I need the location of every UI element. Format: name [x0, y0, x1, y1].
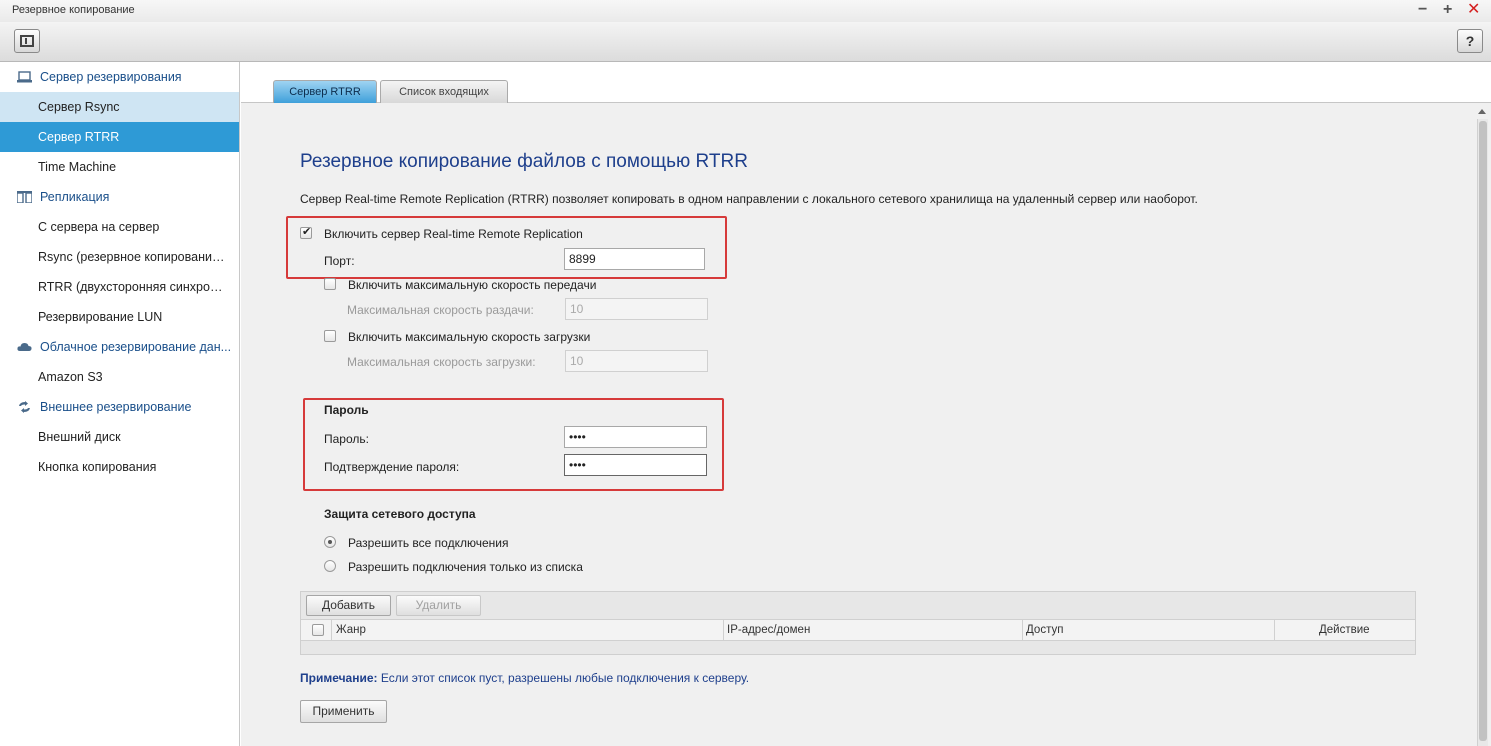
server-icon: [17, 71, 32, 83]
password-input[interactable]: [564, 426, 707, 448]
add-button[interactable]: Добавить: [306, 595, 391, 616]
note-prefix: Примечание:: [300, 671, 378, 685]
sidebar-item-rtrr-server[interactable]: Сервер RTRR: [0, 122, 239, 152]
port-label: Порт:: [324, 254, 355, 268]
password-label: Пароль:: [324, 432, 369, 446]
sidebar-item-rtrr-sync[interactable]: RTRR (двухсторонняя синхрони...: [0, 272, 239, 302]
sidebar-group-backup-server[interactable]: Сервер резервирования: [0, 62, 239, 92]
replication-icon: [17, 191, 32, 203]
column-access[interactable]: Доступ: [1026, 620, 1063, 641]
scroll-up-icon[interactable]: [1478, 109, 1486, 114]
page-title: Резервное копирование файлов с помощью R…: [300, 151, 748, 172]
sidebar-item-amazon-s3[interactable]: Amazon S3: [0, 362, 239, 392]
sidebar-group-label: Внешнее резервирование: [40, 400, 192, 414]
sync-arrows-icon: [19, 401, 30, 413]
tab-rtrr-server[interactable]: Сервер RTRR: [273, 80, 377, 103]
toolbar: ?: [0, 22, 1491, 62]
select-all-checkbox[interactable]: [312, 624, 324, 636]
max-download-speed-input[interactable]: [565, 350, 708, 372]
column-ip-domain[interactable]: IP-адрес/домен: [727, 620, 810, 641]
help-button[interactable]: ?: [1457, 29, 1483, 53]
sidebar-item-copy-button[interactable]: Кнопка копирования: [0, 452, 239, 482]
layout-toggle-button[interactable]: [14, 29, 40, 53]
sidebar: Сервер резервирования Сервер Rsync Серве…: [0, 62, 240, 746]
column-genre[interactable]: Жанр: [336, 620, 366, 641]
page-description: Сервер Real-time Remote Replication (RTR…: [300, 192, 1198, 206]
sidebar-item-lun-backup[interactable]: Резервирование LUN: [0, 302, 239, 332]
sidebar-item-rsync-server[interactable]: Сервер Rsync: [0, 92, 239, 122]
layout-icon: [20, 35, 34, 47]
tab-inbound-list[interactable]: Список входящих: [380, 80, 508, 103]
main-content: Сервер RTRR Список входящих Резервное ко…: [241, 62, 1491, 746]
note-text: Примечание: Если этот список пуст, разре…: [300, 671, 749, 685]
password-heading: Пароль: [324, 403, 369, 417]
sidebar-group-label: Сервер резервирования: [40, 70, 182, 84]
network-access-heading: Защита сетевого доступа: [324, 507, 476, 521]
sidebar-group-replication[interactable]: Репликация: [0, 182, 239, 212]
delete-button[interactable]: Удалить: [396, 595, 481, 616]
confirm-password-label: Подтверждение пароля:: [324, 460, 460, 474]
max-download-speed-label: Максимальная скорость загрузки:: [347, 355, 536, 369]
sidebar-group-external-backup[interactable]: Внешнее резервирование: [0, 392, 239, 422]
note-body: Если этот список пуст, разрешены любые п…: [377, 671, 750, 685]
enable-rtrr-label: Включить сервер Real-time Remote Replica…: [324, 227, 583, 241]
cloud-icon: [17, 343, 32, 351]
sidebar-item-time-machine[interactable]: Time Machine: [0, 152, 239, 182]
column-action[interactable]: Действие: [1319, 620, 1370, 641]
allow-all-radio[interactable]: [324, 536, 336, 548]
tab-bar: Сервер RTRR Список входящих: [241, 62, 1491, 103]
column-divider: [331, 620, 332, 641]
sidebar-item-external-disk[interactable]: Внешний диск: [0, 422, 239, 452]
allow-all-label: Разрешить все подключения: [348, 536, 509, 550]
window-title: Резервное копирование: [12, 4, 135, 16]
max-download-label: Включить максимальную скорость загрузки: [348, 330, 591, 344]
sidebar-group-label: Облачное резервирование дан...: [40, 340, 232, 354]
max-upload-checkbox[interactable]: [324, 278, 336, 290]
access-list-panel: Добавить Удалить Жанр IP-адрес/домен Дос…: [300, 591, 1416, 655]
max-download-checkbox[interactable]: [324, 330, 336, 342]
max-upload-speed-label: Максимальная скорость раздачи:: [347, 303, 534, 317]
allow-list-label: Разрешить подключения только из списка: [348, 560, 583, 574]
maximize-icon[interactable]: +: [1443, 2, 1452, 18]
column-divider: [1022, 620, 1023, 641]
confirm-password-input[interactable]: [564, 454, 707, 476]
max-upload-speed-input[interactable]: [565, 298, 708, 320]
scroll-thumb[interactable]: [1479, 121, 1487, 741]
minimize-icon[interactable]: −: [1418, 2, 1427, 18]
sidebar-group-label: Репликация: [40, 190, 110, 204]
max-upload-label: Включить максимальную скорость передачи: [348, 278, 597, 292]
enable-rtrr-checkbox[interactable]: [300, 225, 312, 239]
vertical-scrollbar[interactable]: [1477, 109, 1488, 746]
title-bar: Резервное копирование − + ✕: [0, 0, 1491, 22]
sidebar-item-server-to-server[interactable]: С сервера на сервер: [0, 212, 239, 242]
apply-button[interactable]: Применить: [300, 700, 387, 723]
allow-list-radio[interactable]: [324, 560, 336, 572]
column-divider: [723, 620, 724, 641]
column-divider: [1274, 620, 1275, 641]
sidebar-item-rsync-backup[interactable]: Rsync (резервное копирование ...: [0, 242, 239, 272]
close-icon[interactable]: ✕: [1467, 2, 1480, 18]
access-list-header: Жанр IP-адрес/домен Доступ Действие: [301, 619, 1415, 641]
sidebar-group-cloud-backup[interactable]: Облачное резервирование дан...: [0, 332, 239, 362]
port-input[interactable]: [564, 248, 705, 270]
